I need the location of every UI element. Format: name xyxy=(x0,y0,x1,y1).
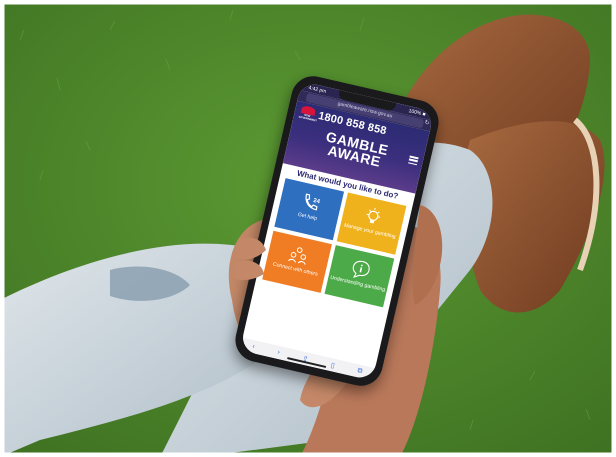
back-icon[interactable]: ‹ xyxy=(252,343,256,350)
photo: 4:42 pm 100% ■ gambleaware.nsw.gov.au ↻ … xyxy=(0,0,616,457)
tile-get-help[interactable]: 24 Get help xyxy=(274,178,345,241)
phone-24-icon: 24 xyxy=(305,193,321,211)
tabs-icon[interactable]: ⧉ xyxy=(357,367,363,376)
tile-connect-others[interactable]: Connect with others xyxy=(262,230,332,293)
reload-icon[interactable]: ↻ xyxy=(424,119,430,127)
nsw-logo[interactable]: NSW GOVERNMENT xyxy=(298,105,317,123)
bookmarks-icon[interactable]: ▯ xyxy=(330,361,336,370)
people-icon xyxy=(288,247,307,265)
info-bubble-icon xyxy=(352,260,370,278)
tile-understanding-gambling[interactable]: Understanding gambling xyxy=(324,245,395,308)
hamburger-menu-icon[interactable] xyxy=(408,155,419,166)
svg-text:24: 24 xyxy=(312,198,320,205)
tile-manage-gambling[interactable]: Manage your gambling xyxy=(336,192,407,255)
lightbulb-icon xyxy=(366,207,381,224)
forward-icon[interactable]: › xyxy=(277,349,281,356)
